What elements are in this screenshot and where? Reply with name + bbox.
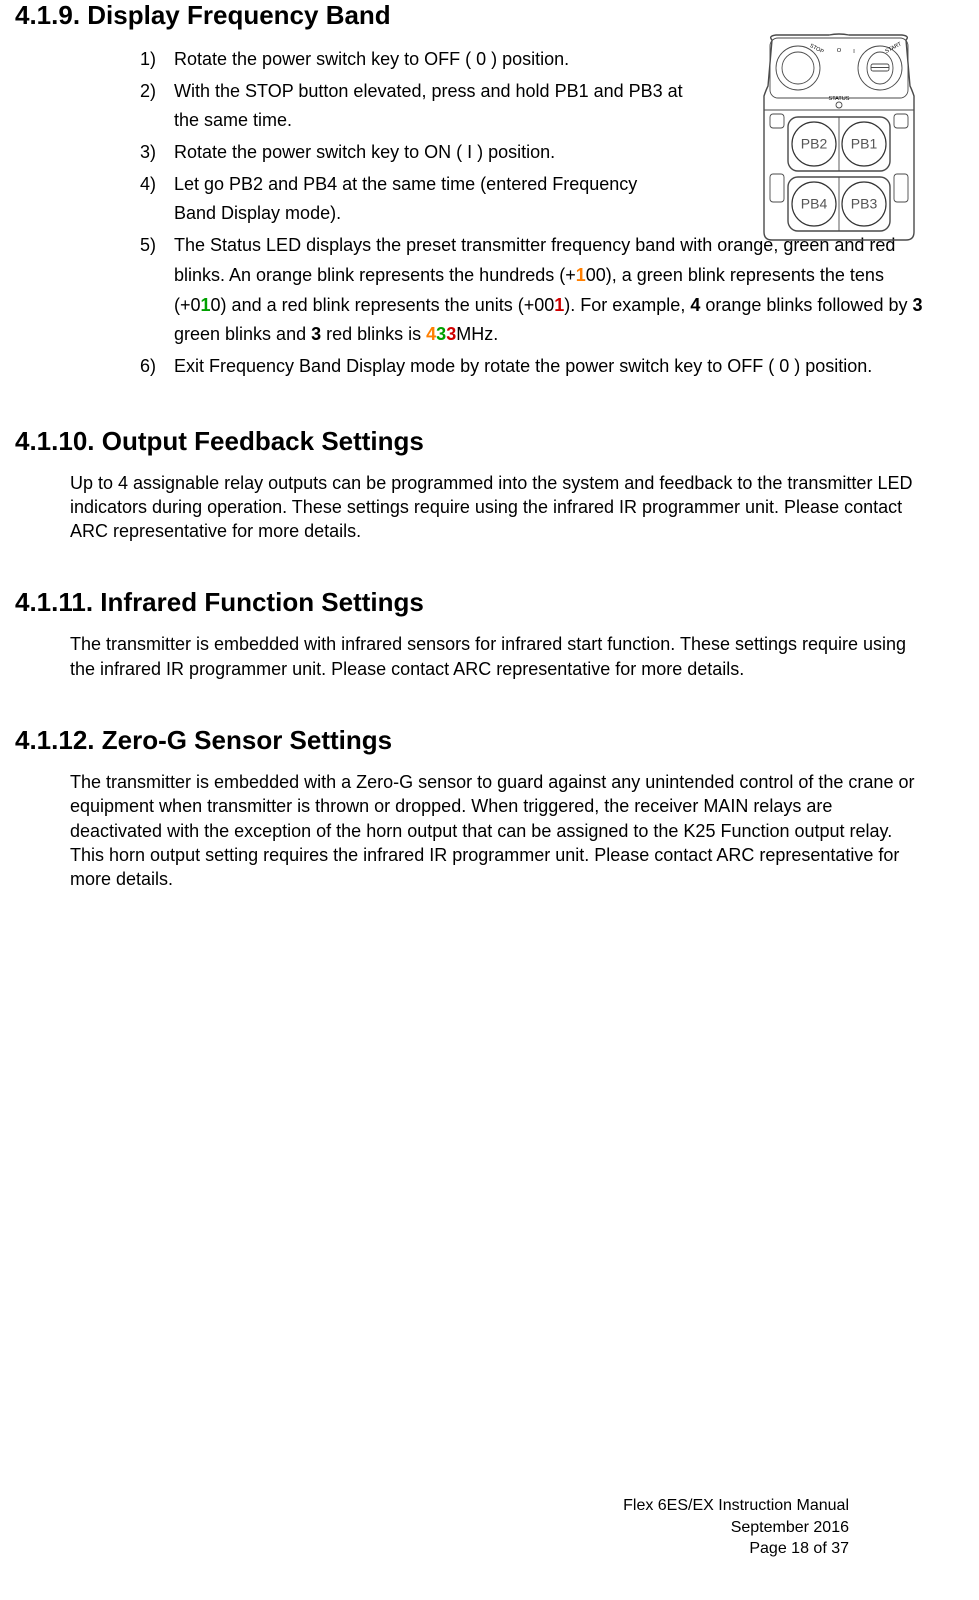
heading-4-1-12: 4.1.12. Zero-G Sensor Settings (15, 725, 924, 756)
transmitter-diagram: STOP START O I STATUS PB2 PB1 PB4 PB3 (754, 32, 924, 242)
start-label: START (884, 41, 903, 55)
list-item: 5)The Status LED displays the preset tra… (140, 231, 924, 350)
o-label: O (837, 48, 842, 54)
list-text: Exit Frequency Band Display mode by rota… (174, 352, 924, 382)
para-4-1-12: The transmitter is embedded with a Zero-… (15, 770, 924, 891)
list-number: 3) (140, 138, 174, 168)
heading-4-1-9: 4.1.9. Display Frequency Band (15, 0, 924, 31)
list-text: The Status LED displays the preset trans… (174, 231, 924, 350)
list-item: 6)Exit Frequency Band Display mode by ro… (140, 352, 924, 382)
list-number: 6) (140, 352, 174, 382)
pb4-label: PB4 (801, 196, 828, 212)
page-footer: Flex 6ES/EX Instruction Manual September… (623, 1495, 849, 1560)
list-number: 1) (140, 45, 174, 75)
list-number: 4) (140, 170, 174, 229)
stop-label: STOP (808, 43, 824, 55)
status-label: STATUS (829, 96, 850, 102)
footer-line-1: Flex 6ES/EX Instruction Manual (623, 1495, 849, 1517)
heading-4-1-11: 4.1.11. Infrared Function Settings (15, 587, 924, 618)
footer-line-3: Page 18 of 37 (623, 1538, 849, 1560)
list-number: 5) (140, 231, 174, 350)
footer-line-2: September 2016 (623, 1517, 849, 1539)
heading-4-1-10: 4.1.10. Output Feedback Settings (15, 426, 924, 457)
list-number: 2) (140, 77, 174, 136)
pb2-label: PB2 (801, 136, 828, 152)
para-4-1-10: Up to 4 assignable relay outputs can be … (15, 471, 924, 544)
pb1-label: PB1 (851, 136, 878, 152)
para-4-1-11: The transmitter is embedded with infrare… (15, 632, 924, 681)
pb3-label: PB3 (851, 196, 878, 212)
i-label: I (853, 49, 855, 55)
